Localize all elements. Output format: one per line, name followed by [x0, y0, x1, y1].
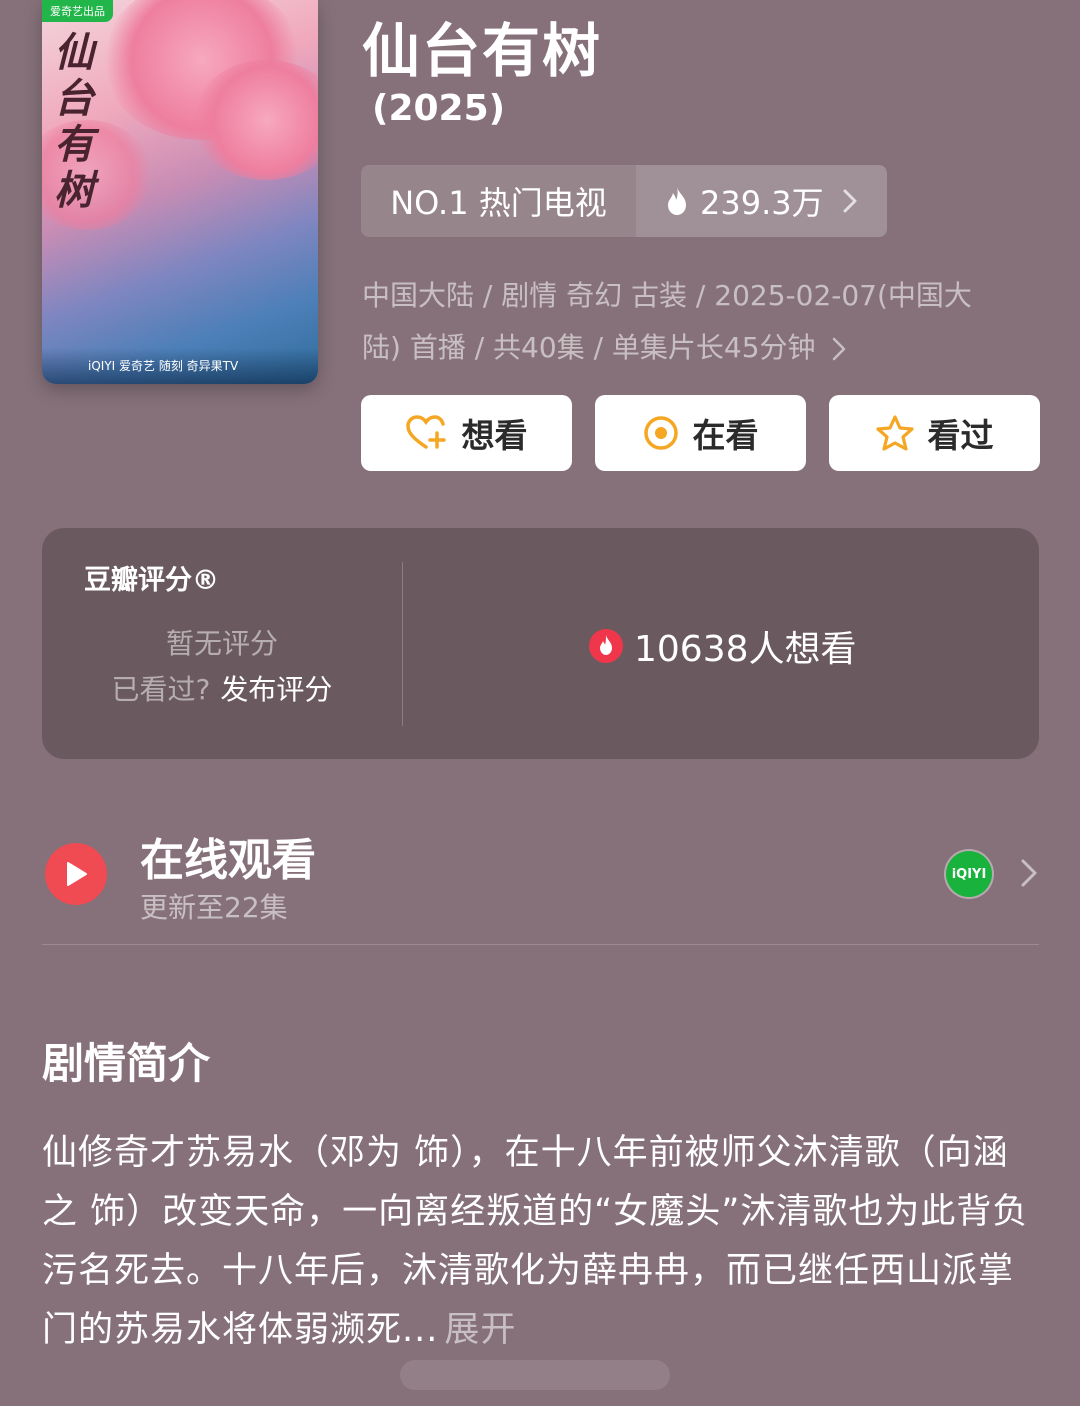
- poster-platforms: iQIYI 爱奇艺 随刻 奇异果TV: [42, 348, 318, 384]
- watching-label: 在看: [692, 416, 759, 455]
- poster-image[interactable]: 爱奇艺出品 仙台有树 iQIYI 爱奇艺 随刻 奇异果TV: [42, 0, 318, 384]
- want-label: 想看: [461, 416, 528, 455]
- expand-link[interactable]: 展开: [444, 1310, 516, 1350]
- rank-label: NO.1 热门电视: [361, 165, 636, 237]
- chevron-right-icon: [843, 189, 857, 213]
- synopsis-text-block: 仙修奇才苏易水（邓为 饰），在十八年前被师父沐清歌（向涵之 饰）改变天命，一向离…: [42, 1124, 1032, 1360]
- play-icon: [45, 843, 107, 905]
- fire-badge-icon: [589, 629, 623, 663]
- watching-button[interactable]: 在看: [595, 395, 806, 471]
- target-icon: [643, 416, 678, 450]
- action-buttons: 想看 在看 看过: [361, 395, 1040, 471]
- watermark: [400, 1360, 670, 1390]
- watched-button[interactable]: 看过: [829, 395, 1040, 471]
- rating-divider: [402, 562, 403, 726]
- divider: [42, 944, 1039, 945]
- flame-icon: [668, 187, 686, 215]
- poster-badge: 爱奇艺出品: [42, 0, 113, 22]
- online-title: 在线观看: [140, 835, 316, 886]
- heat-value: 239.3万: [700, 184, 824, 222]
- no-rating-text: 暂无评分: [165, 627, 278, 660]
- synopsis-heading: 剧情简介: [42, 1039, 211, 1088]
- online-watch-row[interactable]: 在线观看 更新至22集 iQIYI: [42, 822, 1039, 945]
- want-count[interactable]: 10638人想看: [588, 620, 857, 672]
- publish-rating-link[interactable]: 发布评分: [220, 673, 332, 706]
- iqiyi-logo-icon[interactable]: iQIYI: [946, 851, 992, 897]
- meta-info[interactable]: 中国大陆 / 剧情 奇幻 古装 / 2025-02-07(中国大 陆) 首播 /…: [362, 270, 1042, 374]
- poster-title: 仙台有树: [54, 29, 94, 214]
- rating-card: 豆瓣评分® 暂无评分 已看过? 发布评分 10638人想看: [42, 528, 1039, 759]
- release-year: (2025): [372, 88, 506, 129]
- rating-label: 豆瓣评分®: [84, 565, 219, 596]
- chevron-right-icon: [833, 337, 846, 361]
- meta-line-2-text: 陆) 首播 / 共40集 / 单集片长45分钟: [362, 331, 816, 364]
- watched-label: 看过: [927, 416, 994, 455]
- star-icon: [875, 415, 914, 451]
- meta-line-2: 陆) 首播 / 共40集 / 单集片长45分钟: [362, 322, 1042, 374]
- heart-plus-icon: [405, 415, 446, 449]
- synopsis-text: 仙修奇才苏易水（邓为 饰），在十八年前被师父沐清歌（向涵之 饰）改变天命，一向离…: [42, 1133, 1029, 1350]
- rank-bar[interactable]: NO.1 热门电视 239.3万: [361, 165, 887, 237]
- online-subtitle: 更新至22集: [140, 891, 288, 924]
- watched-question: 已看过?: [111, 673, 211, 706]
- meta-line-1: 中国大陆 / 剧情 奇幻 古装 / 2025-02-07(中国大: [362, 279, 972, 312]
- want-button[interactable]: 想看: [361, 395, 572, 471]
- want-count-text: 10638人想看: [634, 629, 857, 670]
- watched-prompt: 已看过? 发布评分: [42, 668, 402, 708]
- heat-section[interactable]: 239.3万: [636, 165, 887, 237]
- chevron-right-icon: [1021, 859, 1037, 887]
- page-title: 仙台有树: [362, 17, 603, 85]
